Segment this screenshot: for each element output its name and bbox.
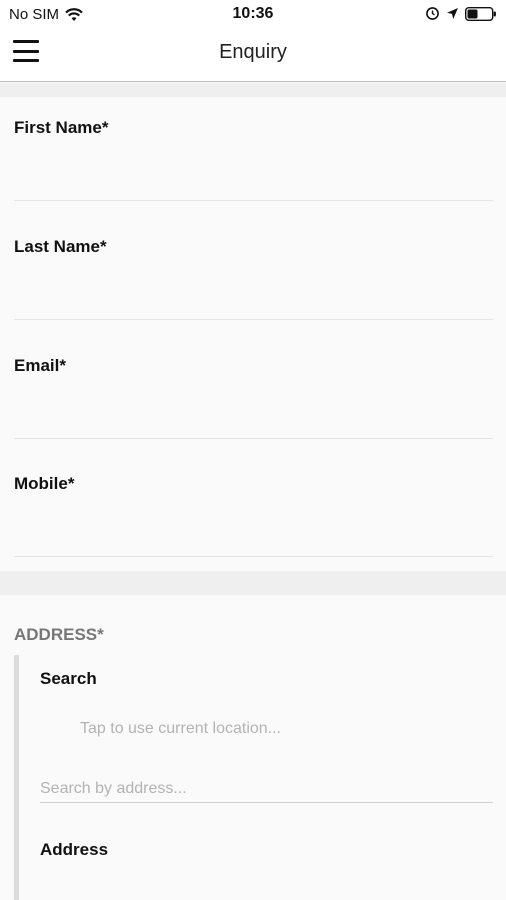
status-bar: No SIM 10:36 bbox=[0, 0, 506, 30]
wifi-icon bbox=[65, 7, 83, 21]
alarm-icon bbox=[426, 7, 439, 20]
section-separator bbox=[0, 571, 506, 595]
first-name-label: First Name* bbox=[14, 118, 109, 137]
last-name-input[interactable] bbox=[14, 268, 493, 308]
status-icons bbox=[425, 6, 497, 21]
email-label: Email* bbox=[14, 356, 66, 375]
first-name-input[interactable] bbox=[14, 149, 493, 189]
navigation-bar: Enquiry bbox=[0, 30, 506, 82]
search-label: Search bbox=[40, 669, 97, 688]
first-name-field: First Name* bbox=[14, 97, 493, 201]
address-group-indicator bbox=[14, 655, 19, 900]
menu-line bbox=[13, 49, 39, 53]
use-current-location-button[interactable]: Tap to use current location... bbox=[80, 720, 281, 738]
email-field: Email* bbox=[14, 335, 493, 439]
page-title: Enquiry bbox=[219, 41, 287, 63]
enquiry-form: First Name* Last Name* Email* Mobile* bbox=[0, 97, 506, 571]
battery-icon bbox=[465, 6, 496, 21]
address-section: ADDRESS* Search Tap to use current locat… bbox=[0, 595, 506, 900]
mobile-field: Mobile* bbox=[14, 453, 493, 557]
last-name-label: Last Name* bbox=[14, 237, 107, 256]
email-input[interactable] bbox=[14, 387, 493, 427]
menu-line bbox=[13, 59, 39, 62]
mobile-input[interactable] bbox=[14, 505, 493, 545]
address-search-input[interactable] bbox=[40, 775, 493, 803]
menu-line bbox=[13, 40, 39, 43]
address-label: Address bbox=[40, 840, 109, 859]
address-heading: ADDRESS* bbox=[14, 625, 104, 644]
last-name-field: Last Name* bbox=[14, 216, 493, 320]
carrier-label: No SIM bbox=[9, 6, 60, 23]
hamburger-menu-icon[interactable] bbox=[13, 40, 39, 62]
location-arrow-icon bbox=[447, 8, 458, 19]
section-separator bbox=[0, 83, 506, 97]
carrier-status: No SIM bbox=[9, 6, 83, 23]
mobile-label: Mobile* bbox=[14, 474, 75, 493]
